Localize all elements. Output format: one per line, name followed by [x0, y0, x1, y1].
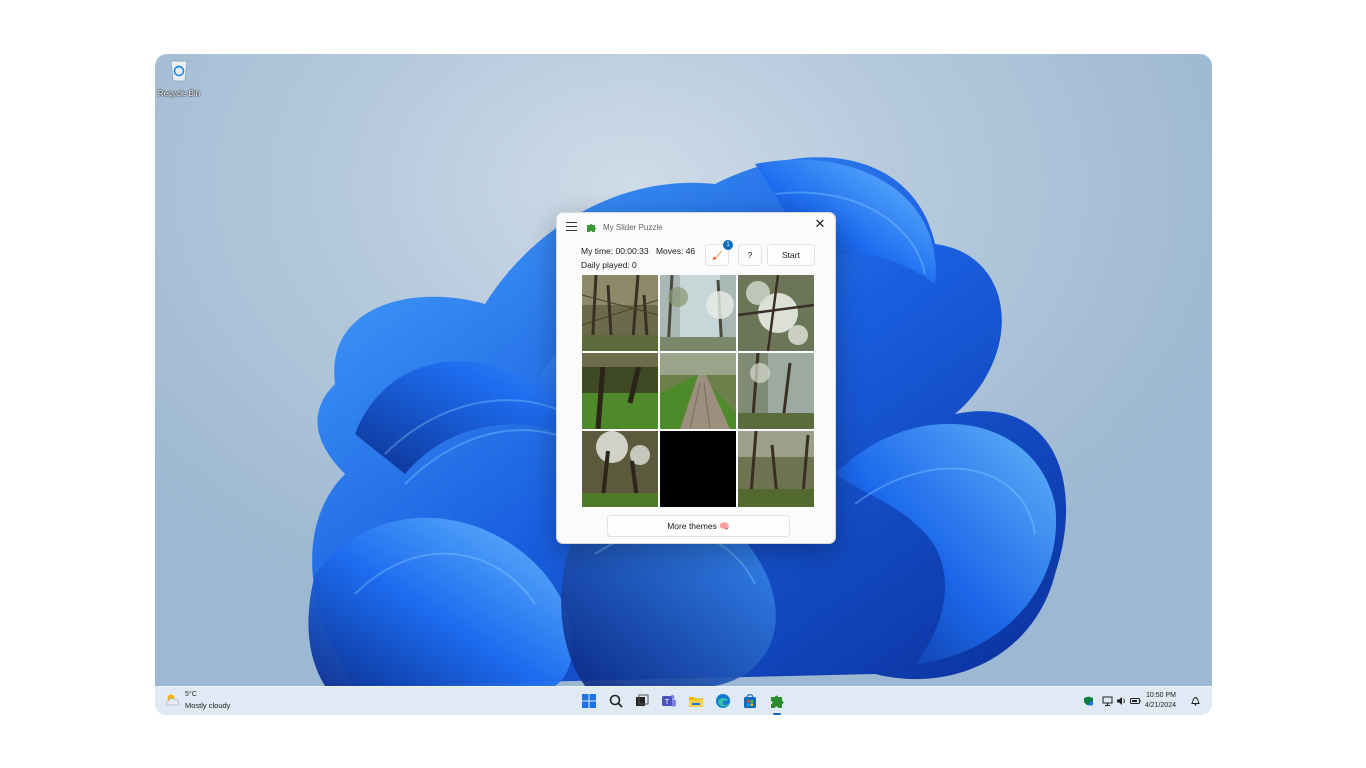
tile-image — [582, 275, 658, 351]
puzzle-tile[interactable] — [660, 353, 736, 429]
defender-icon[interactable] — [1083, 696, 1094, 706]
recycle-bin-icon — [170, 60, 188, 82]
help-button[interactable]: ? — [738, 244, 762, 266]
puzzle-tile[interactable] — [738, 431, 814, 507]
puzzle-app-title-icon — [587, 223, 597, 232]
empty-tile — [660, 431, 736, 507]
recycle-bin-label: Recycle Bin — [157, 89, 201, 98]
more-themes-button[interactable]: More themes 🧠 — [607, 515, 790, 537]
puzzle-tile[interactable] — [582, 275, 658, 351]
moves-count: Moves: 46 — [655, 246, 696, 256]
puzzle-tile[interactable] — [660, 275, 736, 351]
cloudy-weather-icon — [166, 694, 180, 706]
clock-date: 4/21/2024 — [1144, 702, 1176, 709]
paint-brush-icon — [712, 250, 722, 260]
puzzle-tile[interactable] — [582, 431, 658, 507]
edge-icon[interactable] — [714, 692, 732, 710]
task-view-icon[interactable] — [633, 692, 651, 710]
tile-image — [738, 275, 814, 351]
weather-temperature: 5°C — [185, 691, 197, 698]
hamburger-menu-icon[interactable] — [566, 222, 577, 231]
game-stats: My time: 00:00:33 Moves: 46 Daily played… — [581, 244, 700, 272]
file-explorer-icon[interactable] — [687, 692, 705, 710]
my-time: My time: 00:00:33 — [581, 246, 649, 256]
slider-puzzle-window: My Slider Puzzle ✕ My time: 00:00:33 Mov… — [556, 212, 836, 544]
store-icon[interactable] — [741, 692, 759, 710]
title-bar: My Slider Puzzle ✕ — [557, 213, 835, 241]
weather-condition: Mostly cloudy — [185, 701, 231, 710]
network-icon[interactable] — [1102, 696, 1113, 706]
puzzle-board — [582, 275, 816, 509]
puzzle-tile[interactable] — [738, 275, 814, 351]
tile-image — [660, 275, 736, 351]
puzzle-tile[interactable] — [738, 353, 814, 429]
svg-text:T: T — [665, 699, 670, 706]
tile-image — [582, 353, 658, 429]
theme-notification-badge: 1 — [723, 240, 733, 250]
notification-bell-icon[interactable] — [1190, 696, 1201, 706]
close-button[interactable]: ✕ — [805, 213, 835, 235]
taskbar: 5°C Mostly cloudy T 10:50 PM 4/21/2024 — [155, 686, 1212, 715]
teams-icon[interactable]: T — [660, 692, 678, 710]
daily-played: Daily played: 0 — [581, 260, 637, 270]
puzzle-tile[interactable] — [582, 353, 658, 429]
tile-image — [738, 353, 814, 429]
clock-time: 10:50 PM — [1146, 692, 1176, 699]
window-title: My Slider Puzzle — [603, 223, 663, 232]
tile-image — [582, 431, 658, 507]
tile-image — [738, 431, 814, 507]
tile-image — [660, 353, 736, 429]
recycle-bin[interactable]: Recycle Bin — [157, 58, 201, 98]
search-icon[interactable] — [607, 692, 625, 710]
taskbar-clock[interactable]: 10:50 PM 4/21/2024 — [1120, 691, 1176, 711]
running-indicator — [773, 713, 781, 715]
puzzle-app-icon[interactable] — [768, 692, 786, 710]
start-button[interactable]: Start — [767, 244, 815, 266]
start-icon[interactable] — [580, 692, 598, 710]
